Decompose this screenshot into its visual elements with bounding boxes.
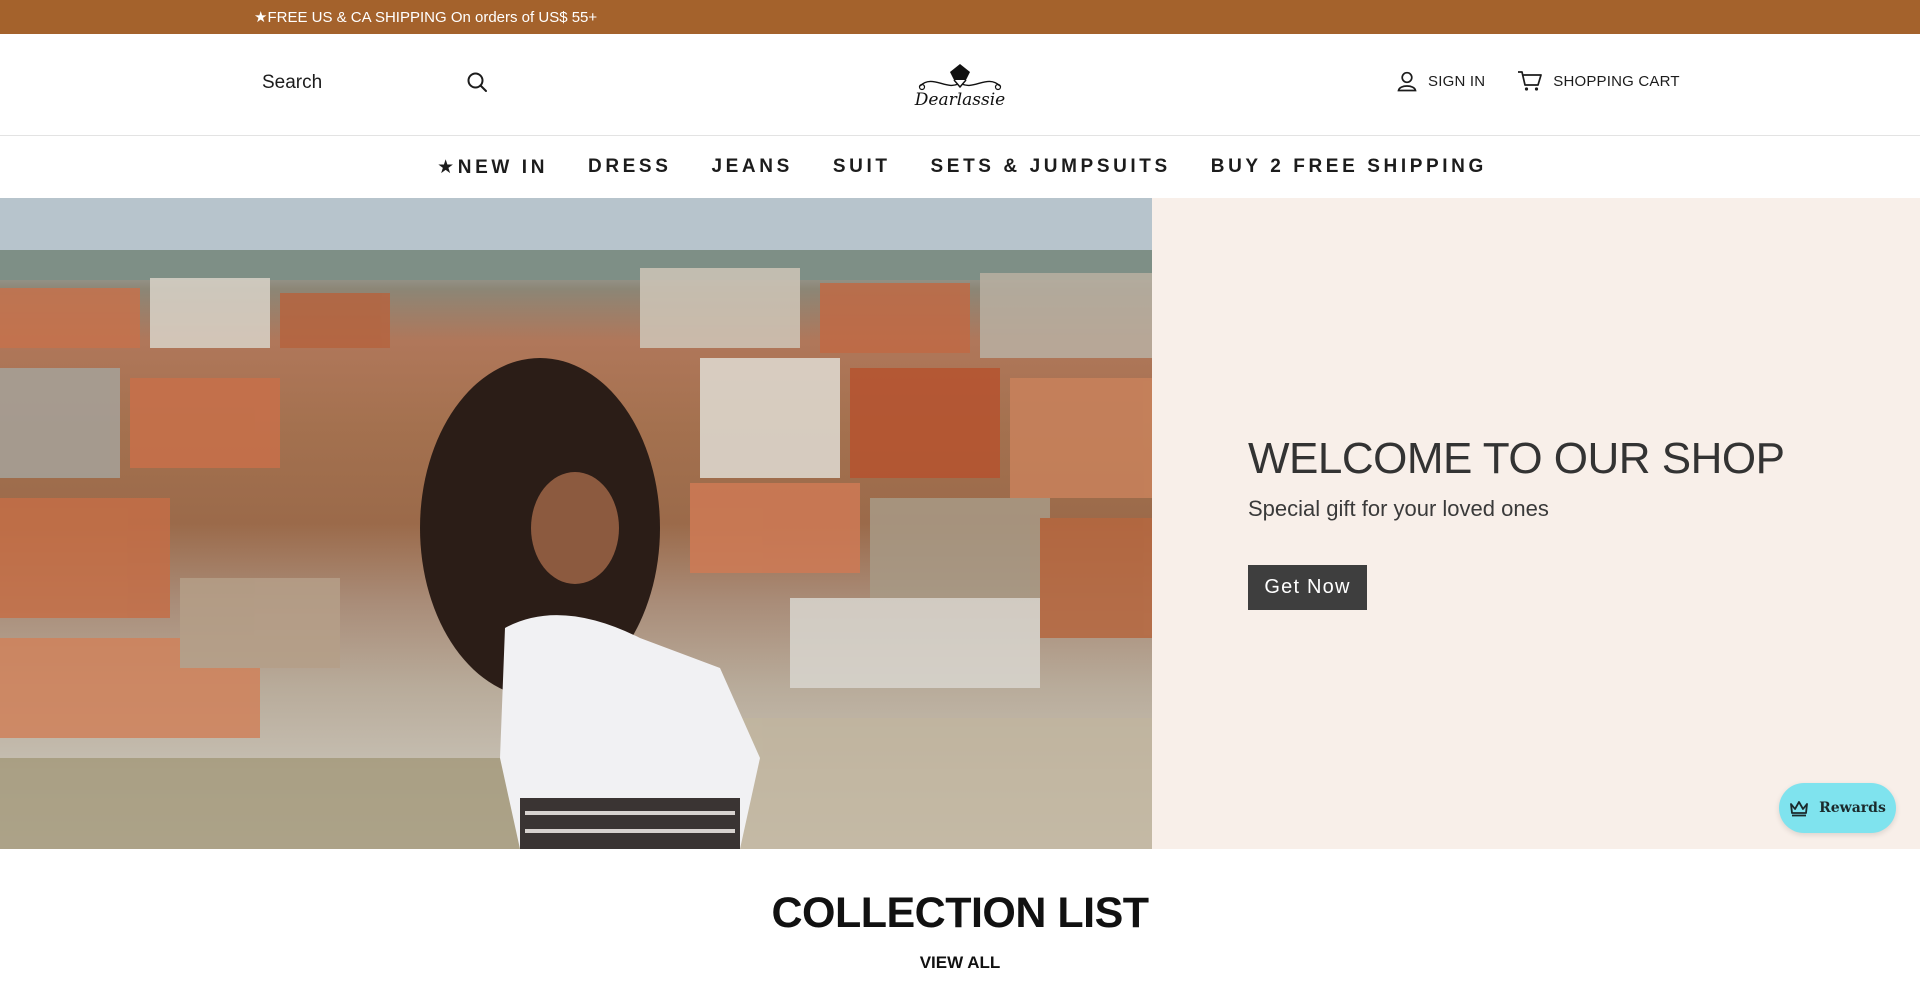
- get-now-button[interactable]: Get Now: [1248, 565, 1367, 610]
- collection-list-section: COLLECTION LIST VIEW ALL: [0, 849, 1920, 993]
- hero-banner: WELCOME TO OUR SHOP Special gift for you…: [0, 198, 1920, 849]
- nav-item-jeans[interactable]: JEANS: [711, 156, 792, 178]
- view-all-link[interactable]: VIEW ALL: [0, 953, 1920, 973]
- logo-text: Dearlassie: [914, 90, 1006, 110]
- hero-subtitle: Special gift for your loved ones: [1248, 496, 1549, 521]
- search-button[interactable]: [464, 71, 490, 97]
- hero-title: WELCOME TO OUR SHOP: [1248, 434, 1785, 483]
- search-icon: [466, 71, 488, 98]
- main-navigation: ★NEW IN DRESS JEANS SUIT SETS & JUMPSUIT…: [0, 136, 1920, 198]
- nav-item-new-in[interactable]: ★NEW IN: [437, 156, 548, 179]
- rewards-launcher-button[interactable]: Rewards: [1779, 783, 1896, 833]
- cart-icon: [1517, 70, 1543, 92]
- shopping-cart-link[interactable]: SHOPPING CART: [1517, 70, 1680, 92]
- rewards-label: Rewards: [1819, 800, 1886, 816]
- header-account-links: SIGN IN SHOPPING CART: [1396, 68, 1680, 94]
- announcement-text: ★FREE US & CA SHIPPING On orders of US$ …: [254, 9, 598, 26]
- nav-item-dress[interactable]: DRESS: [588, 156, 671, 178]
- collection-title: COLLECTION LIST: [771, 889, 1149, 937]
- search-input[interactable]: [254, 72, 454, 94]
- sign-in-label: SIGN IN: [1428, 72, 1486, 90]
- site-logo[interactable]: Dearlassie: [910, 48, 1010, 122]
- shopping-cart-label: SHOPPING CART: [1553, 72, 1680, 90]
- logo-crest-icon: [918, 64, 1002, 91]
- nav-item-suit[interactable]: SUIT: [833, 156, 891, 178]
- sign-in-link[interactable]: SIGN IN: [1396, 70, 1485, 92]
- search-form: [254, 63, 494, 103]
- nav-item-buy-2-free-shipping[interactable]: BUY 2 FREE SHIPPING: [1211, 156, 1487, 178]
- user-icon: [1396, 70, 1418, 92]
- hero-text-panel: WELCOME TO OUR SHOP Special gift for you…: [1152, 198, 1920, 849]
- site-header: Dearlassie SIGN IN SHOPPING CART: [0, 34, 1920, 136]
- nav-item-sets-jumpsuits[interactable]: SETS & JUMPSUITS: [931, 156, 1171, 178]
- hero-image[interactable]: [0, 198, 1152, 849]
- crown-icon: [1789, 799, 1809, 817]
- announcement-bar: ★FREE US & CA SHIPPING On orders of US$ …: [0, 0, 1920, 34]
